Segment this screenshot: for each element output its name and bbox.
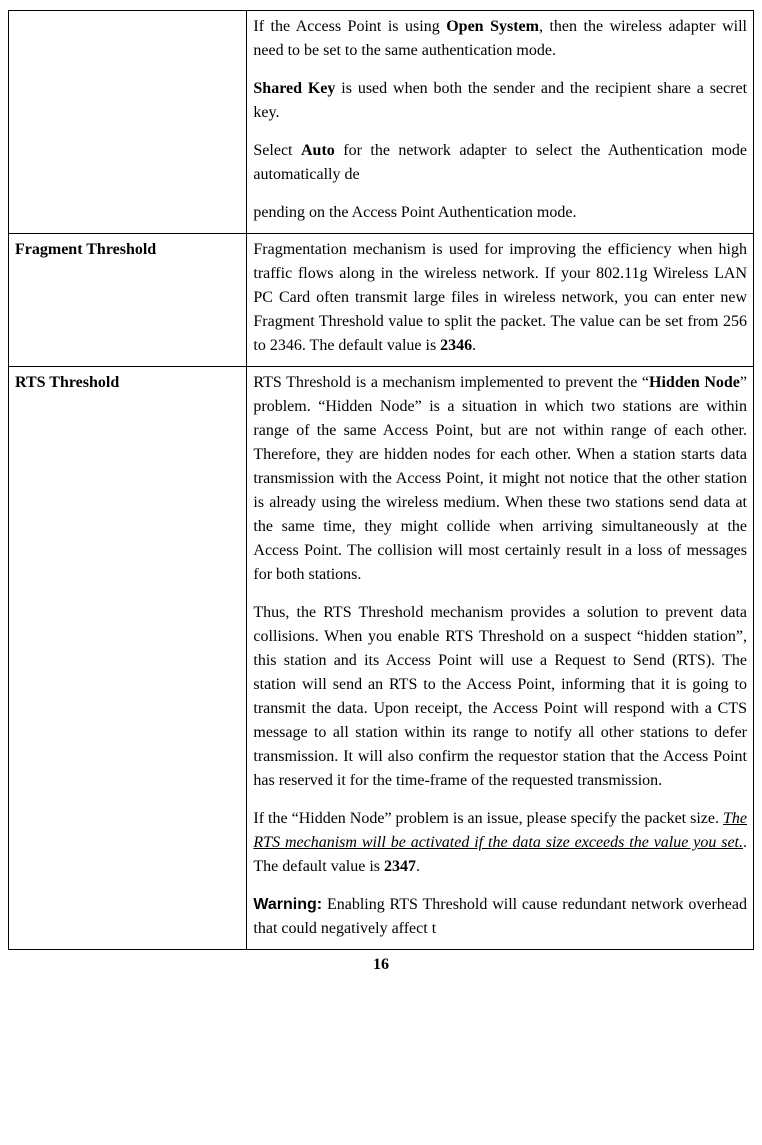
table-row: Fragment ThresholdFragmentation mechanis…: [9, 234, 754, 367]
text-run: Select: [253, 142, 301, 159]
page: If the Access Point is using Open System…: [0, 0, 762, 994]
paragraph: Shared Key is used when both the sender …: [253, 77, 747, 125]
text-run: If the Access Point is using: [253, 18, 446, 35]
text-run: Open System: [446, 18, 539, 35]
text-run: Thus, the RTS Threshold mechanism provid…: [253, 604, 747, 789]
paragraph: Thus, the RTS Threshold mechanism provid…: [253, 601, 747, 793]
text-run: Auto: [301, 142, 335, 159]
paragraph: pending on the Access Point Authenticati…: [253, 201, 747, 225]
text-run: RTS Threshold is a mechanism implemented…: [253, 374, 649, 391]
page-number: 16: [8, 956, 754, 974]
table-row: RTS Threshold RTS Threshold is a mechanis…: [9, 367, 754, 950]
param-description: Fragmentation mechanism is used for impr…: [247, 234, 754, 367]
params-table: If the Access Point is using Open System…: [8, 10, 754, 950]
text-run: Warning:: [253, 896, 322, 913]
text-run: If the “Hidden Node” problem is an issue…: [253, 810, 723, 827]
paragraph: Fragmentation mechanism is used for impr…: [253, 238, 747, 358]
param-label: [9, 11, 247, 234]
paragraph: If the Access Point is using Open System…: [253, 15, 747, 63]
text-run: 2346: [440, 337, 472, 354]
param-description: If the Access Point is using Open System…: [247, 11, 754, 234]
text-run: .: [472, 337, 476, 354]
text-run: ” problem. “Hidden Node” is a situation …: [253, 374, 747, 583]
text-run: Shared Key: [253, 80, 335, 97]
text-run: Fragmentation mechanism is used for impr…: [253, 241, 747, 354]
paragraph: If the “Hidden Node” problem is an issue…: [253, 807, 747, 879]
text-run: .: [416, 858, 420, 875]
table-row: If the Access Point is using Open System…: [9, 11, 754, 234]
text-run: 2347: [384, 858, 416, 875]
text-run: Hidden Node: [649, 374, 740, 391]
paragraph: Select Auto for the network adapter to s…: [253, 139, 747, 187]
text-run: Enabling RTS Threshold will cause redund…: [253, 896, 747, 937]
text-run: pending on the Access Point Authenticati…: [253, 204, 576, 221]
paragraph: RTS Threshold is a mechanism implemented…: [253, 371, 747, 587]
param-label: Fragment Threshold: [9, 234, 247, 367]
param-label: RTS Threshold: [9, 367, 247, 950]
paragraph: Warning: Enabling RTS Threshold will cau…: [253, 893, 747, 941]
param-description: RTS Threshold is a mechanism implemented…: [247, 367, 754, 950]
